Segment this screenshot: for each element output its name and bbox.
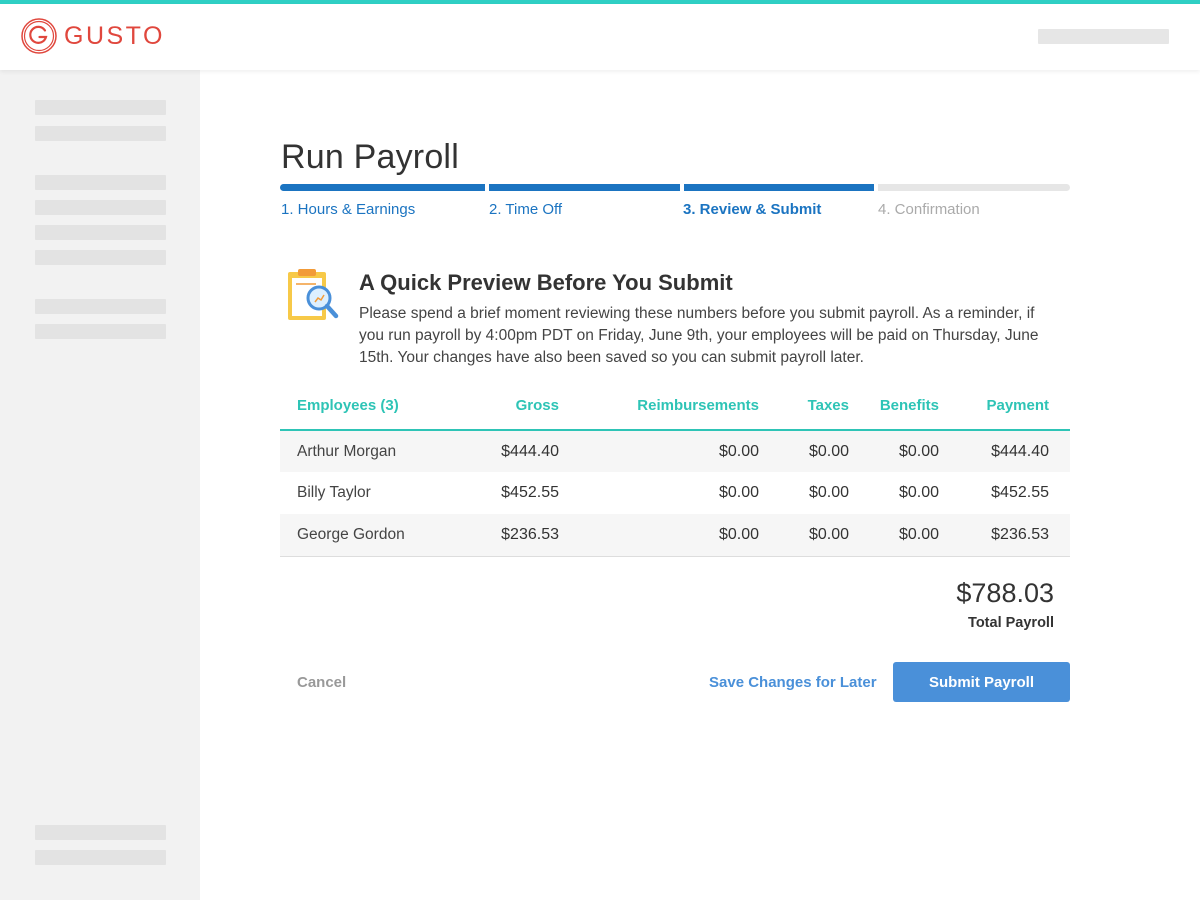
reimbursements-value: $0.00 xyxy=(580,430,780,472)
column-header-employees: Employees (3) xyxy=(280,397,455,431)
table-row: Billy Taylor $452.55 $0.00 $0.00 $0.00 $… xyxy=(280,472,1070,514)
preview-heading: A Quick Preview Before You Submit xyxy=(359,270,733,295)
page-title: Run Payroll xyxy=(281,138,459,176)
sidebar-item-placeholder[interactable] xyxy=(35,324,166,339)
step-bar-time-off xyxy=(489,184,680,191)
sidebar-item-placeholder[interactable] xyxy=(35,175,166,190)
benefits-value: $0.00 xyxy=(898,484,939,501)
gross-value: $236.53 xyxy=(455,514,580,557)
employee-name: George Gordon xyxy=(280,514,455,557)
sidebar-item-placeholder[interactable] xyxy=(35,200,166,215)
gusto-g-icon xyxy=(21,18,57,54)
sidebar-item-placeholder[interactable] xyxy=(35,225,166,240)
taxes-value: $0.00 xyxy=(780,514,870,557)
sidebar xyxy=(0,70,200,900)
step-confirmation: 4. Confirmation xyxy=(878,201,980,218)
sidebar-item-placeholder[interactable] xyxy=(35,250,166,265)
step-bar-hours-earnings xyxy=(280,184,485,191)
taxes-value: $0.00 xyxy=(808,484,849,501)
reimbursements-value: $0.00 xyxy=(580,514,780,557)
submit-payroll-button[interactable]: Submit Payroll xyxy=(893,662,1070,702)
sidebar-item-placeholder[interactable] xyxy=(35,825,166,840)
column-header-gross: Gross xyxy=(455,397,580,431)
save-changes-button[interactable]: Save Changes for Later xyxy=(709,674,877,691)
step-time-off[interactable]: 2. Time Off xyxy=(489,201,562,218)
step-bar-confirmation xyxy=(878,184,1070,191)
table-row: George Gordon $236.53 $0.00 $0.00 $0.00 … xyxy=(280,514,1070,557)
gross-value: $452.55 xyxy=(501,484,559,501)
column-header-reimbursements: Reimbursements xyxy=(580,397,780,431)
cancel-button[interactable]: Cancel xyxy=(297,674,346,691)
sidebar-item-placeholder[interactable] xyxy=(35,850,166,865)
step-review-submit: 3. Review & Submit xyxy=(683,201,822,218)
payment-value: $236.53 xyxy=(960,514,1070,557)
total-payroll-label: Total Payroll xyxy=(968,615,1054,631)
sidebar-item-placeholder[interactable] xyxy=(35,299,166,314)
benefits-value: $0.00 xyxy=(870,430,960,472)
taxes-value: $0.00 xyxy=(780,430,870,472)
table-header-row: Employees (3) Gross Reimbursements Taxes… xyxy=(280,397,1070,431)
app-header: GUSTO xyxy=(0,4,1200,70)
payment-value: $452.55 xyxy=(991,484,1049,501)
sidebar-item-placeholder[interactable] xyxy=(35,126,166,141)
brand-name: GUSTO xyxy=(64,21,165,50)
clipboard-magnifier-icon xyxy=(288,269,339,320)
payroll-summary-table: Employees (3) Gross Reimbursements Taxes… xyxy=(280,397,1070,557)
gusto-logo[interactable]: GUSTO xyxy=(20,17,165,55)
sidebar-item-placeholder[interactable] xyxy=(35,100,166,115)
gross-value: $444.40 xyxy=(455,430,580,472)
benefits-value: $0.00 xyxy=(870,514,960,557)
employee-name: Billy Taylor xyxy=(297,484,371,501)
reimbursements-value: $0.00 xyxy=(718,484,759,501)
step-hours-earnings[interactable]: 1. Hours & Earnings xyxy=(281,201,415,218)
payment-value: $444.40 xyxy=(960,430,1070,472)
column-header-benefits: Benefits xyxy=(870,397,960,431)
account-menu-placeholder[interactable] xyxy=(1038,29,1169,44)
total-payroll-amount: $788.03 xyxy=(956,578,1054,608)
employee-name: Arthur Morgan xyxy=(280,430,455,472)
step-bar-review-submit xyxy=(684,184,874,191)
table-row: Arthur Morgan $444.40 $0.00 $0.00 $0.00 … xyxy=(280,430,1070,472)
column-header-taxes: Taxes xyxy=(780,397,870,431)
column-header-payment: Payment xyxy=(960,397,1070,431)
preview-description: Please spend a brief moment reviewing th… xyxy=(359,305,1039,366)
